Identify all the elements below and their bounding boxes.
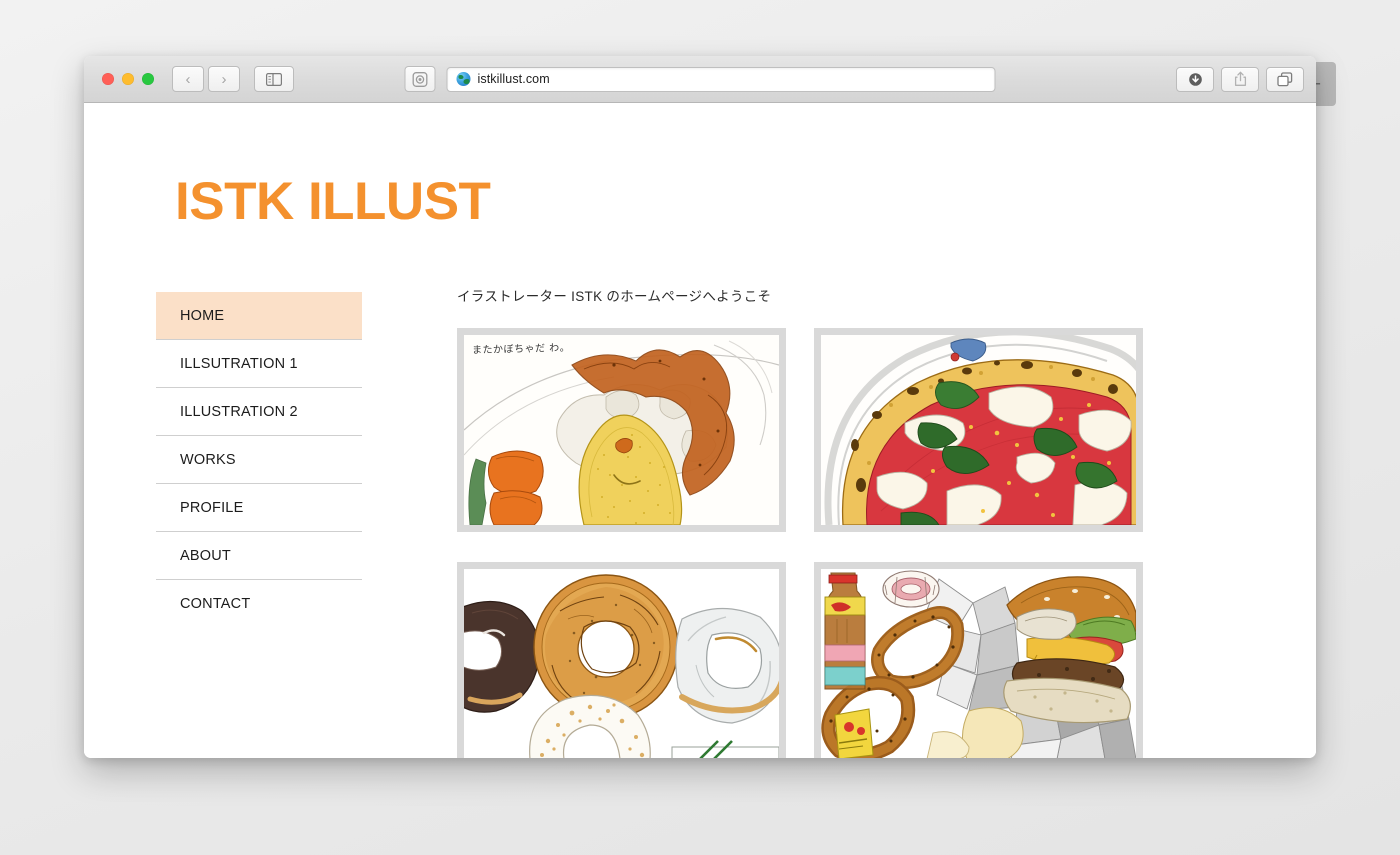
- sidebar-item-about[interactable]: ABOUT: [156, 532, 362, 580]
- site-logo: ISTK ILLUST: [175, 172, 491, 231]
- artwork-donuts[interactable]: [457, 562, 786, 758]
- sidebar-toggle-button[interactable]: [254, 66, 294, 92]
- sidebar-item-home[interactable]: HOME: [156, 292, 362, 340]
- zoom-window-button[interactable]: [142, 73, 154, 85]
- share-icon: [1234, 71, 1246, 86]
- toolbar-right-buttons: [1176, 66, 1304, 92]
- browser-toolbar: ‹ › istkillust.com: [84, 56, 1316, 103]
- artwork-burger-onion-rings-image: [821, 569, 1136, 758]
- address-bar[interactable]: istkillust.com: [446, 66, 996, 92]
- artwork-canvas: [464, 569, 779, 758]
- window-controls: [102, 73, 154, 85]
- artwork-handwritten-note: またかぼちゃだ わ。: [471, 342, 571, 357]
- artwork-canvas: またかぼちゃだ わ。: [464, 335, 779, 525]
- sidebar-item-label: ABOUT: [180, 547, 231, 564]
- downloads-button[interactable]: [1176, 66, 1214, 92]
- tabs-icon: [1277, 71, 1293, 86]
- artwork-omurice-pumpkin-image: [464, 335, 779, 525]
- address-area: istkillust.com: [404, 66, 996, 92]
- navigation-buttons: ‹ ›: [172, 66, 240, 92]
- minimize-window-button[interactable]: [122, 73, 134, 85]
- artwork-burger-onion-rings[interactable]: [814, 562, 1143, 758]
- sidebar-item-works[interactable]: WORKS: [156, 436, 362, 484]
- sidebar-item-contact[interactable]: CONTACT: [156, 580, 362, 628]
- globe-favicon-icon: [456, 72, 471, 86]
- sidebar-item-label: ILLSUTRATION 1: [180, 355, 298, 372]
- address-bar-url: istkillust.com: [477, 72, 550, 86]
- back-button[interactable]: ‹: [172, 66, 204, 92]
- download-icon: [1188, 72, 1202, 86]
- chevron-right-icon: ›: [221, 70, 227, 88]
- artwork-margherita-pizza-image: [821, 335, 1136, 525]
- sidebar-item-illustration-2[interactable]: ILLUSTRATION 2: [156, 388, 362, 436]
- sidebar-item-label: ILLUSTRATION 2: [180, 403, 298, 420]
- web-page-content: ISTK ILLUST HOME ILLSUTRATION 1 ILLUSTRA…: [84, 103, 1316, 758]
- show-tabs-button[interactable]: [1266, 66, 1304, 92]
- close-window-button[interactable]: [102, 73, 114, 85]
- forward-button[interactable]: ›: [208, 66, 240, 92]
- artwork-donuts-image: [464, 569, 779, 758]
- sidebar-item-illustration-1[interactable]: ILLSUTRATION 1: [156, 340, 362, 388]
- airplay-button[interactable]: [404, 66, 436, 92]
- sidebar-item-label: PROFILE: [180, 499, 244, 516]
- sidebar-item-label: WORKS: [180, 451, 236, 468]
- artwork-omurice-pumpkin[interactable]: またかぼちゃだ わ。: [457, 328, 786, 532]
- welcome-message: イラストレーター ISTK のホームページへようこそ: [457, 289, 772, 304]
- sidebar-item-label: HOME: [180, 307, 225, 324]
- artwork-canvas: [821, 335, 1136, 525]
- sidebar-toggle-icon: [266, 72, 282, 86]
- site-sidebar-nav: HOME ILLSUTRATION 1 ILLUSTRATION 2 WORKS…: [156, 292, 362, 628]
- sidebar-item-label: CONTACT: [180, 596, 251, 612]
- main-column: イラストレーター ISTK のホームページへようこそ またかぼちゃだ わ。: [457, 285, 1147, 758]
- airplay-icon: [412, 71, 428, 87]
- artwork-gallery: またかぼちゃだ わ。: [457, 328, 1147, 758]
- artwork-canvas: [821, 569, 1136, 758]
- artwork-margherita-pizza[interactable]: [814, 328, 1143, 532]
- chevron-left-icon: ‹: [185, 70, 191, 88]
- sidebar-item-profile[interactable]: PROFILE: [156, 484, 362, 532]
- browser-window: ‹ › istkillust.com ISTK ILLUST HOME ILLS…: [84, 56, 1316, 758]
- share-button[interactable]: [1221, 66, 1259, 92]
